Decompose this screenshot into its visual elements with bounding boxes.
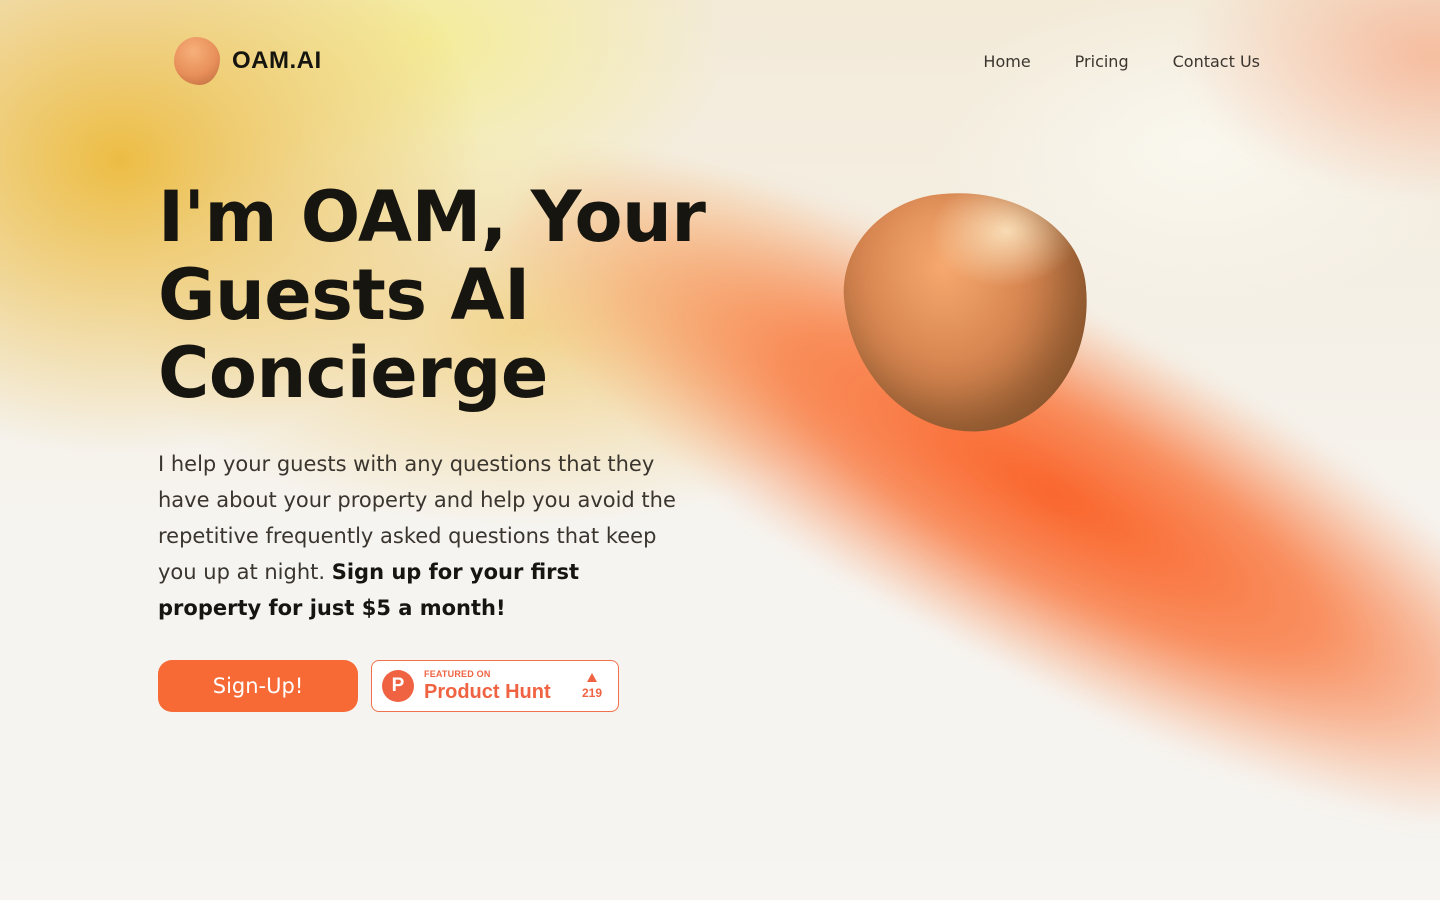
page-bottom-band (0, 862, 1440, 900)
hero-description: I help your guests with any questions th… (158, 446, 678, 626)
product-hunt-text: FEATURED ON Product Hunt (424, 669, 551, 703)
main-nav: Home Pricing Contact Us (983, 52, 1260, 71)
product-hunt-featured-label: FEATURED ON (424, 669, 491, 679)
signup-button[interactable]: Sign-Up! (158, 660, 358, 712)
brand-name: OAM.AI (232, 47, 322, 74)
product-hunt-badge[interactable]: P FEATURED ON Product Hunt 219 (371, 660, 619, 712)
upvote-arrow-icon (586, 672, 597, 682)
brand-link[interactable]: OAM.AI (158, 37, 322, 85)
product-hunt-vote-count: 219 (581, 685, 602, 700)
product-hunt-logo-icon: P (382, 670, 414, 702)
hero-title: I'm OAM, Your Guests AI Concierge (158, 178, 718, 412)
site-header: OAM.AI Home Pricing Contact Us (158, 36, 1260, 86)
nav-pricing[interactable]: Pricing (1075, 52, 1129, 71)
product-hunt-name: Product Hunt (424, 681, 551, 703)
hero-title-line: Guests AI (158, 254, 530, 336)
cta-row: Sign-Up! P FEATURED ON Product Hunt 219 (158, 660, 619, 712)
product-hunt-votes: 219 (581, 672, 602, 700)
nav-contact-us[interactable]: Contact Us (1173, 52, 1260, 71)
pink-gradient-glow (1180, 0, 1440, 200)
hero-title-line: I'm OAM, Your (158, 176, 706, 258)
hero-title-line: Concierge (158, 332, 548, 414)
orange-blob-logo-icon (174, 37, 220, 85)
nav-home[interactable]: Home (983, 52, 1030, 71)
